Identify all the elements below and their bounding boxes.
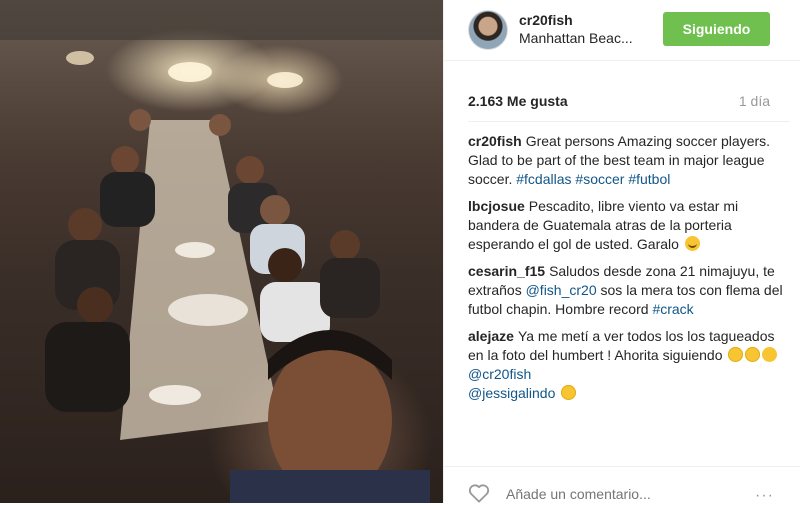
comment-item: lbcjosue Pescadito, libre viento va estar… (468, 197, 790, 254)
laughing-emoji-icon (561, 385, 577, 400)
comment-username[interactable]: alejaze (468, 328, 514, 344)
comment-item: cr20fish Great persons Amazing soccer pla… (468, 132, 790, 189)
hashtag-link[interactable]: #crack (652, 301, 693, 317)
post-photo[interactable] (0, 0, 443, 503)
comment-footer: ··· (444, 466, 800, 504)
comments-list: cr20fish Great persons Amazing soccer pla… (468, 121, 790, 466)
kiss-emoji-icon (762, 347, 778, 362)
post-side-panel: cr20fish Manhattan Beac... Siguiendo 2.1… (444, 0, 800, 504)
post-location[interactable]: Manhattan Beac... (519, 30, 649, 46)
post-time[interactable]: 1 día (739, 93, 770, 109)
hashtag-link[interactable]: #fcdallas (516, 171, 571, 187)
mention-link[interactable]: @jessigalindo (468, 385, 555, 401)
hashtag-link[interactable]: #soccer (575, 171, 624, 187)
avatar[interactable] (468, 10, 508, 50)
following-button[interactable]: Siguiendo (663, 12, 770, 46)
smiley-emoji-icon (684, 236, 700, 251)
comment-username[interactable]: lbcjosue (468, 198, 525, 214)
mention-link[interactable]: @fish_cr20 (526, 282, 597, 298)
post-author-username[interactable]: cr20fish (519, 12, 573, 28)
more-options-icon[interactable]: ··· (755, 487, 774, 505)
likes-count[interactable]: 2.163 Me gusta (468, 93, 568, 109)
laughing-tears-emoji-icon (745, 347, 761, 362)
post-header: cr20fish Manhattan Beac... Siguiendo (444, 0, 800, 61)
comment-item: cesarin_f15 Saludos desde zona 21 nimajuy… (468, 262, 790, 319)
comment-username[interactable]: cr20fish (468, 133, 522, 149)
comment-username[interactable]: cesarin_f15 (468, 263, 545, 279)
comment-item: alejaze Ya me metí a ver todos los los ta… (468, 327, 790, 403)
comment-input[interactable] (504, 485, 708, 503)
mention-link[interactable]: @cr20fish (468, 366, 531, 382)
hashtag-link[interactable]: #futbol (628, 171, 670, 187)
laughing-tears-emoji-icon (728, 347, 744, 362)
heart-outline-icon[interactable] (468, 483, 490, 503)
group-photo-image (0, 0, 443, 503)
